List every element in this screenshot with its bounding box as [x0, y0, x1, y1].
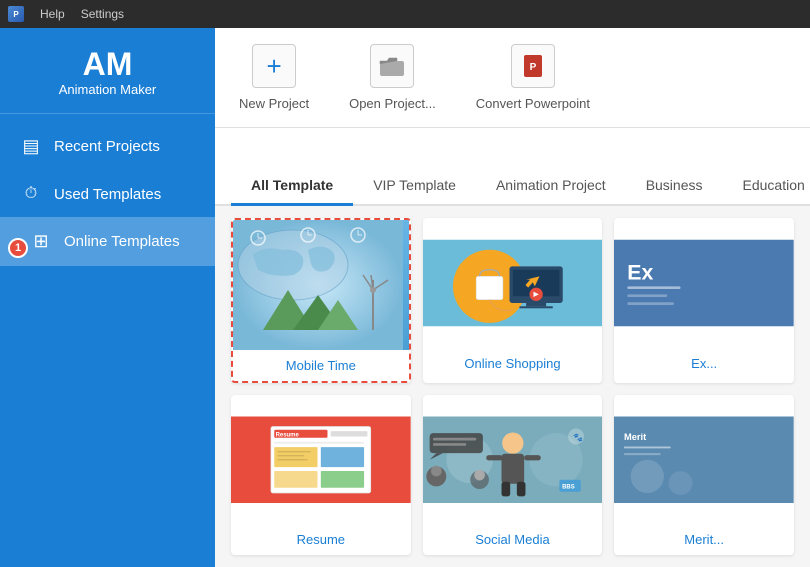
content-area: + New Project Open Project... P [215, 28, 810, 567]
template-thumb-resume: Resume [231, 395, 411, 525]
template-card-ex[interactable]: Ex Ex... [614, 218, 794, 383]
svg-text:Merit: Merit [624, 431, 646, 441]
menubar: P Help Settings [0, 0, 810, 28]
help-menu[interactable]: Help [40, 7, 65, 21]
recent-projects-icon: ▤ [20, 136, 42, 157]
new-project-icon: + [252, 44, 296, 88]
convert-ppt-icon: P [511, 44, 555, 88]
tab-vip-template[interactable]: VIP Template [353, 165, 476, 206]
app-icon: P [8, 6, 24, 22]
convert-ppt-button[interactable]: P Convert Powerpoint [476, 44, 590, 111]
template-thumb-online-shopping [423, 218, 603, 348]
logo-subtitle: Animation Maker [59, 82, 157, 97]
open-project-button[interactable]: Open Project... [349, 44, 436, 111]
template-label-social: Social Media [423, 524, 603, 555]
new-project-label: New Project [239, 96, 309, 111]
template-card-resume[interactable]: Resume Resume [231, 395, 411, 556]
settings-menu[interactable]: Settings [81, 7, 124, 21]
tabs-bar: All Template VIP Template Animation Proj… [215, 128, 810, 206]
svg-text:Resume: Resume [276, 432, 300, 438]
convert-ppt-label: Convert Powerpoint [476, 96, 590, 111]
template-label-ex: Ex... [614, 348, 794, 379]
sidebar-item-label-used: Used Templates [54, 186, 161, 203]
annotation-badge-1: 1 [8, 238, 28, 258]
sidebar-item-label-recent: Recent Projects [54, 138, 160, 155]
template-thumb-mobile-time [233, 220, 409, 350]
template-thumb-ex: Ex [614, 218, 794, 348]
tab-animation-project[interactable]: Animation Project [476, 165, 626, 206]
svg-text:P: P [530, 62, 537, 73]
template-label-resume: Resume [231, 524, 411, 555]
template-label-merit: Merit... [614, 524, 794, 555]
svg-text:BBS: BBS [562, 484, 575, 490]
tab-all-template[interactable]: All Template [231, 165, 353, 206]
logo-am: AM [83, 48, 133, 80]
sidebar-item-online-templates[interactable]: 1 ⊞ Online Templates [0, 217, 215, 266]
open-project-label: Open Project... [349, 96, 436, 111]
open-project-icon [370, 44, 414, 88]
template-grid: Mobile Time [215, 206, 810, 567]
svg-text:🐾: 🐾 [573, 432, 583, 441]
sidebar-item-label-online: Online Templates [64, 233, 180, 250]
action-bar: + New Project Open Project... P [215, 28, 810, 128]
template-label-mobile-time: Mobile Time [233, 350, 409, 381]
template-thumb-merit: Merit [614, 395, 794, 525]
tab-education[interactable]: Education [723, 165, 810, 206]
template-card-mobile-time[interactable]: Mobile Time [231, 218, 411, 383]
sidebar-logo: AM Animation Maker [0, 28, 215, 114]
template-card-merit[interactable]: Merit Merit... [614, 395, 794, 556]
sidebar-item-recent-projects[interactable]: ▤ Recent Projects [0, 122, 215, 171]
tab-business[interactable]: Business [626, 165, 723, 206]
sidebar-item-used-templates[interactable]: ⏱ Used Templates [0, 171, 215, 217]
sidebar: AM Animation Maker ▤ Recent Projects ⏱ U… [0, 28, 215, 567]
template-card-online-shopping[interactable]: Online Shopping [423, 218, 603, 383]
template-label-online-shopping: Online Shopping [423, 348, 603, 379]
used-templates-icon: ⏱ [20, 185, 42, 203]
template-card-social[interactable]: 🐾 BBS Social Media [423, 395, 603, 556]
svg-text:Ex: Ex [628, 261, 654, 285]
new-project-button[interactable]: + New Project [239, 44, 309, 111]
template-thumb-social: 🐾 BBS [423, 395, 603, 525]
main-layout: AM Animation Maker ▤ Recent Projects ⏱ U… [0, 28, 810, 567]
online-templates-icon: ⊞ [30, 231, 52, 252]
